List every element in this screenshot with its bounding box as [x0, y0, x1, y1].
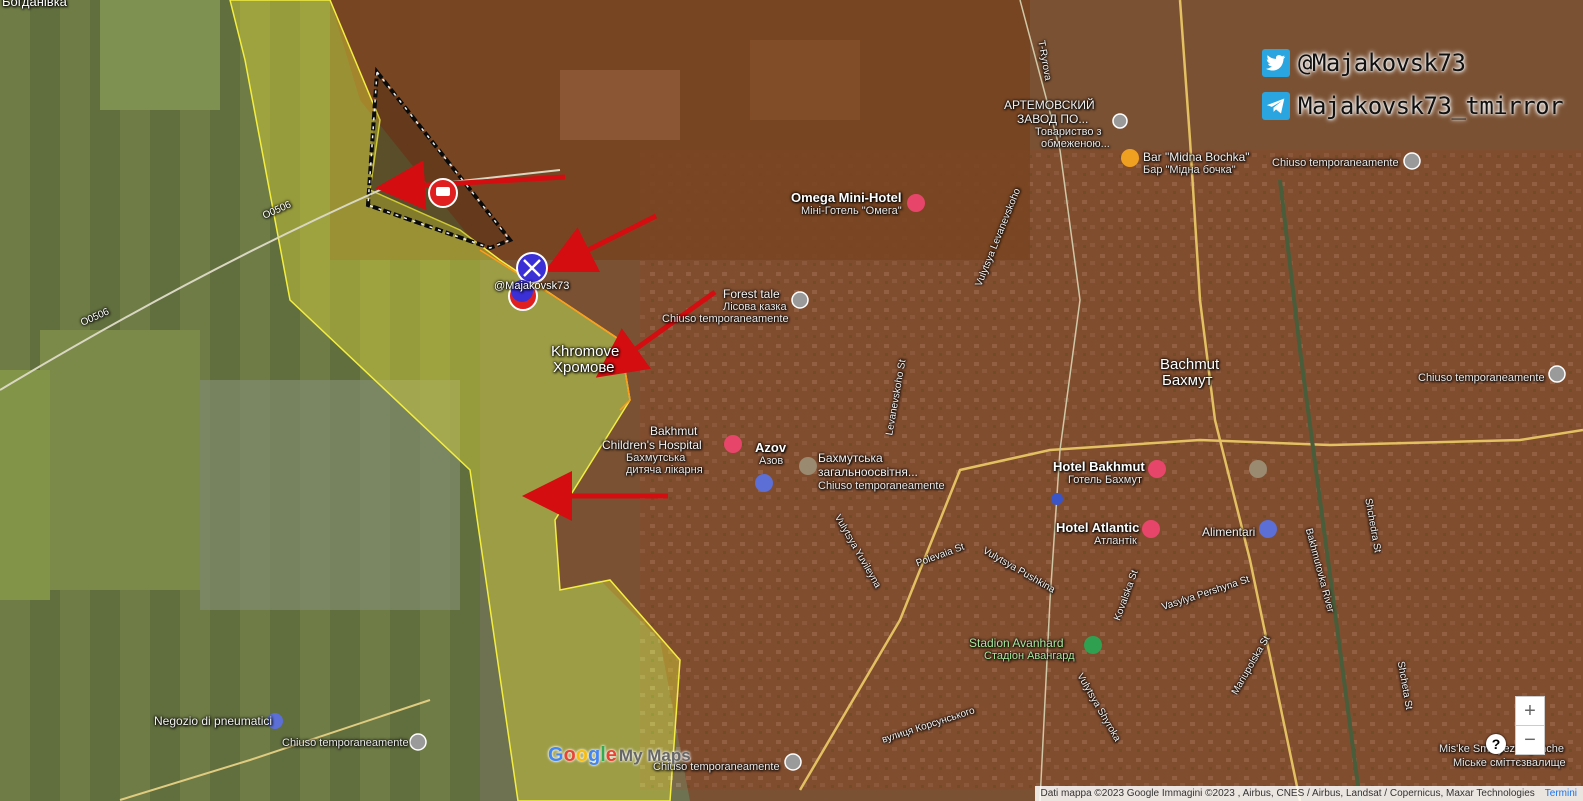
google-my-maps-logo: Google My Maps	[548, 744, 691, 766]
zoom-in-button[interactable]: +	[1515, 696, 1545, 726]
poi-stadium: Stadion Avanhard	[969, 636, 1064, 650]
poi-forest: Forest tale	[723, 287, 780, 301]
poi-artemovsky-1: АРТЕМОВСКИЙ	[1004, 98, 1095, 112]
telegram-plane-icon	[1262, 92, 1290, 120]
poi-hotel-atlantic: Hotel Atlantic	[1056, 520, 1140, 535]
hotel-pin-icon-bakhmut[interactable]	[1148, 460, 1166, 478]
poi-hospital-4: дитяча лікарня	[626, 464, 703, 476]
mymaps-text: My Maps	[618, 746, 691, 765]
poi-hotel-atlantic-cyr: Атлантік	[1094, 535, 1137, 547]
poi-hotel-bakhmut: Hotel Bakhmut	[1053, 459, 1145, 474]
poi-school-1: Бахмутська	[818, 451, 883, 465]
poi-forest-closed: Chiuso temporaneamente	[662, 313, 789, 325]
poi-bar-cyr: Бар "Мідна бочка"	[1143, 164, 1236, 176]
attribution-text: Dati mappa ©2023 Google Immagini ©2023 ,…	[1040, 788, 1535, 799]
azov-pin-icon[interactable]	[755, 474, 773, 492]
bar-pin-icon[interactable]	[1121, 149, 1139, 167]
place-label-khromove-cyr: Хромове	[553, 359, 615, 376]
poi-omega-cyr: Міні-Готель "Омега"	[801, 205, 902, 217]
poi-azov: Azov	[755, 440, 787, 455]
poi-school-2: загальноосвітня...	[818, 465, 918, 479]
closed-pin-icon-bottom[interactable]	[784, 753, 802, 771]
poi-artemovsky-2: ЗАВОД ПО...	[1017, 112, 1089, 126]
closed-pin-icon-east[interactable]	[1548, 365, 1566, 383]
shop-pin-icon[interactable]	[1259, 520, 1277, 538]
poi-hotel-bakhmut-cyr: Готель Бахмут	[1068, 474, 1143, 486]
terms-link[interactable]: Termini	[1545, 786, 1577, 801]
poi-hospital-2: Children's Hospital	[602, 438, 702, 452]
poi-omega: Omega Mini-Hotel	[791, 190, 902, 205]
poi-bar: Bar "Midna Bochka"	[1143, 150, 1250, 164]
school-pin-icon[interactable]	[799, 457, 817, 475]
place-label-bakhmut: Bachmut	[1160, 356, 1220, 373]
poi-closed-1: Chiuso temporaneamente	[1272, 157, 1399, 169]
factory-pin-icon[interactable]	[1112, 113, 1128, 129]
telegram-handle-row: Majakovsk73_tmirror	[1262, 88, 1582, 124]
closed-pin-icon-1[interactable]	[1403, 152, 1421, 170]
poi-hospital-1: Bakhmut	[650, 424, 698, 438]
field-strip	[40, 330, 200, 590]
twitter-handle-row: @Majakovsk73	[1262, 45, 1582, 81]
poi-artemovsky-4: обмеженою...	[1041, 138, 1110, 150]
place-label-bogdanivka: Богданівка	[2, 0, 67, 9]
field-top	[100, 0, 220, 110]
school-pin-icon-east[interactable]	[1249, 460, 1267, 478]
help-button[interactable]: ?	[1486, 734, 1506, 754]
field-block	[0, 370, 50, 600]
enemy-unit-vehicle-icon	[436, 187, 450, 196]
place-label-bakhmut-cyr: Бахмут	[1162, 372, 1213, 389]
closed-pin-icon-forest[interactable]	[791, 291, 809, 309]
hotel-pin-icon-omega[interactable]	[907, 194, 925, 212]
twitter-handle: @Majakovsk73	[1298, 49, 1466, 77]
poi-alimentari: Alimentari	[1202, 525, 1256, 539]
hospital-pin-icon[interactable]	[724, 435, 742, 453]
watermark-label: @Majakovsk73	[494, 280, 570, 292]
place-label-khromove: Khromove	[551, 343, 620, 360]
poi-azov-cyr: Азов	[759, 455, 784, 467]
poi-hospital-3: Бахмутська	[626, 452, 686, 464]
closed-pin-icon-tyres[interactable]	[409, 733, 427, 751]
poi-forest-cyr: Лісова казка	[723, 301, 787, 313]
poi-tyres: Negozio di pneumatici	[154, 714, 273, 728]
poi-miske-cyr: Міське сміттєзвалище	[1453, 757, 1566, 769]
poi-artemovsky-3: Товариство з	[1035, 126, 1102, 138]
zoom-out-button[interactable]: −	[1515, 725, 1545, 755]
poi-school-closed: Chiuso temporaneamente	[818, 480, 945, 492]
twitter-bird-icon	[1262, 49, 1290, 77]
telegram-handle: Majakovsk73_tmirror	[1298, 92, 1564, 120]
poi-stadium-cyr: Стадіон Авангард	[984, 650, 1075, 662]
poi-east-closed: Chiuso temporaneamente	[1418, 372, 1545, 384]
stadium-pin-icon[interactable]	[1084, 636, 1102, 654]
bus-stop-icon[interactable]	[1051, 493, 1063, 505]
hotel-pin-icon-atlantic[interactable]	[1142, 520, 1160, 538]
map-attribution: Dati mappa ©2023 Google Immagini ©2023 ,…	[1034, 786, 1583, 801]
poi-tyres-closed: Chiuso temporaneamente	[282, 737, 409, 749]
